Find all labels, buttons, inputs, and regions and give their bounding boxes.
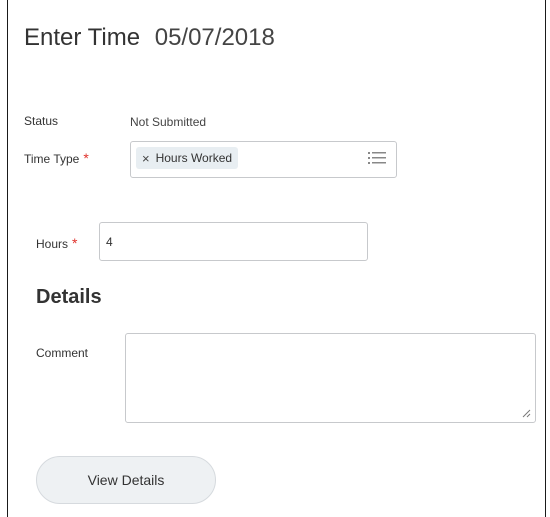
required-indicator: * [72, 235, 78, 251]
resize-handle-icon[interactable] [521, 408, 531, 418]
time-type-field[interactable]: × Hours Worked [130, 141, 397, 178]
hours-input-value: 4 [106, 235, 113, 249]
page-title-text: Enter Time [24, 24, 141, 51]
hours-label-text: Hours [36, 237, 69, 251]
time-type-label: Time Type * [24, 150, 89, 166]
status-value: Not Submitted [130, 115, 207, 129]
close-icon[interactable]: × [142, 151, 150, 166]
page-title: Enter Time 05/07/2018 [24, 24, 275, 52]
page-title-date: 05/07/2018 [154, 24, 275, 51]
required-indicator: * [83, 150, 89, 166]
time-type-selected-value: Hours Worked [155, 151, 233, 165]
comment-label: Comment [36, 346, 89, 360]
hours-input[interactable]: 4 [99, 222, 368, 261]
time-type-label-text: Time Type [24, 152, 80, 166]
list-icon[interactable] [368, 151, 386, 165]
view-details-button[interactable]: View Details [36, 456, 216, 504]
page-frame: Enter Time 05/07/2018 Status Not Submitt… [7, 0, 546, 517]
time-type-selected-pill: × Hours Worked [136, 147, 239, 169]
comment-textarea[interactable] [125, 333, 536, 423]
details-heading: Details [36, 286, 102, 308]
status-label: Status [24, 114, 59, 128]
hours-label: Hours * [36, 235, 77, 251]
